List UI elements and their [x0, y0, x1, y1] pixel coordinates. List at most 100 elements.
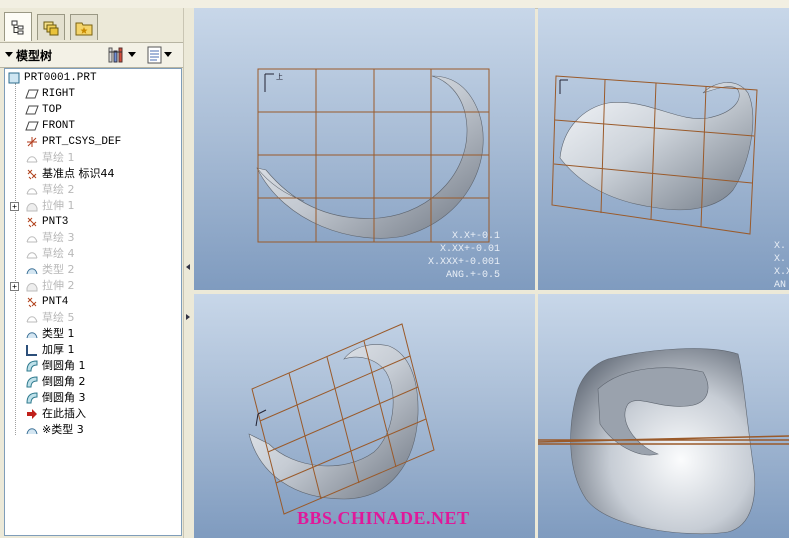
- tree-item-label: 草绘 5: [42, 311, 75, 324]
- tree-item-label: 在此插入: [42, 407, 86, 420]
- coordinate-system-icon: [25, 135, 39, 149]
- tree-item[interactable]: PRT_CSYS_DEF: [5, 134, 181, 150]
- tree-item-label: 类型 1: [42, 327, 75, 340]
- viewport-bottom-left[interactable]: [194, 294, 535, 538]
- csys-label: 上: [276, 72, 283, 81]
- sketch-icon: [25, 311, 39, 325]
- tolerance-table-partial: X. X. X.X AN: [774, 241, 789, 290]
- thicken-icon: [25, 343, 39, 357]
- tree-item[interactable]: PNT4: [5, 294, 181, 310]
- round-icon: [25, 375, 39, 389]
- expand-toggle-icon[interactable]: +: [10, 282, 19, 291]
- model-tree-tab[interactable]: [4, 12, 32, 41]
- tree-item[interactable]: 倒圆角 1: [5, 358, 181, 374]
- tools-icon: [108, 47, 123, 63]
- model-view-top: [248, 323, 435, 515]
- csys-indicator: [559, 79, 568, 94]
- datum-plane-icon: [25, 119, 39, 133]
- tree-item-label: 类型 2: [42, 263, 75, 276]
- surface-icon: [25, 423, 39, 437]
- datum-grid: [257, 68, 490, 243]
- extrude-icon: [25, 199, 39, 213]
- viewport-top-left[interactable]: 上 X.X+-0.1 X.XX+-0.01 X.XXX+-0.001 ANG.+…: [194, 8, 535, 290]
- surface-icon: [25, 327, 39, 341]
- tree-item[interactable]: + 拉伸 2: [5, 278, 181, 294]
- tree-item[interactable]: 草绘 5: [5, 310, 181, 326]
- part-shell-shape: [559, 82, 754, 211]
- model-tree: PRT0001.PRT RIGHT TOP FRONT PRT_CSYS_DEF 草绘 1…: [4, 68, 182, 536]
- tree-item[interactable]: PNT3: [5, 214, 181, 230]
- expand-right-arrow-icon[interactable]: [186, 314, 190, 320]
- tree-item-label: ※类型 3: [42, 423, 84, 436]
- part-icon: [7, 71, 21, 85]
- tree-item-label: 拉伸 1: [42, 199, 75, 212]
- navigator-panel: 模型树 PRT0001.PRT RIGHT TOP FRONT PRT_CSYS_DEF…: [0, 8, 186, 538]
- model-view-isometric: [551, 75, 758, 235]
- layers-tab[interactable]: [37, 14, 65, 40]
- datum-point-icon: [25, 167, 39, 181]
- tree-item[interactable]: 加厚 1: [5, 342, 181, 358]
- collapse-caret-icon[interactable]: [5, 52, 13, 57]
- viewport-top-right[interactable]: X. X. X.X AN: [538, 8, 789, 290]
- tree-item[interactable]: 类型 1: [5, 326, 181, 342]
- datum-point-icon: [25, 215, 39, 229]
- watermark: BBS.CHINADE.NET: [297, 508, 470, 528]
- layers-icon: [43, 21, 59, 35]
- tree-item-label: 拉伸 2: [42, 279, 75, 292]
- settings-dropdown-button[interactable]: [106, 46, 136, 64]
- tree-item-label: 倒圆角 1: [42, 359, 86, 372]
- model-tree-header[interactable]: 模型树: [0, 42, 184, 68]
- show-dropdown-button[interactable]: [146, 46, 172, 64]
- tree-item[interactable]: 草绘 3: [5, 230, 181, 246]
- round-icon: [25, 391, 39, 405]
- dropdown-arrow-icon: [164, 52, 172, 57]
- tree-item-label: PNT3: [42, 216, 69, 228]
- tree-item[interactable]: 草绘 2: [5, 182, 181, 198]
- tree-item-label: 草绘 3: [42, 231, 75, 244]
- sketch-icon: [25, 183, 39, 197]
- insert-here-arrow-icon: [25, 407, 39, 421]
- dropdown-arrow-icon: [128, 52, 136, 57]
- viewport-bottom-right[interactable]: [538, 294, 789, 538]
- datum-point-icon: [25, 295, 39, 309]
- panel-splitter[interactable]: [183, 8, 194, 538]
- surface-icon: [25, 263, 39, 277]
- tree-item[interactable]: + 拉伸 1: [5, 198, 181, 214]
- tree-item-label: PNT4: [42, 296, 69, 308]
- sketch-icon: [25, 231, 39, 245]
- tree-item[interactable]: FRONT: [5, 118, 181, 134]
- tree-item-label: 基准点 标识44: [42, 167, 115, 180]
- tree-item-label: 倒圆角 2: [42, 375, 86, 388]
- collapse-left-arrow-icon[interactable]: [186, 264, 190, 270]
- tree-item-label: PRT_CSYS_DEF: [42, 136, 122, 148]
- datum-plane-icon: [25, 87, 39, 101]
- favorites-tab[interactable]: [70, 14, 98, 40]
- tree-item-label: 倒圆角 3: [42, 391, 86, 404]
- round-icon: [25, 359, 39, 373]
- sketch-icon: [25, 247, 39, 261]
- favorites-folder-icon: [75, 22, 93, 35]
- tree-item-label: PRT0001.PRT: [24, 72, 97, 84]
- tree-item-label: TOP: [42, 104, 62, 116]
- tree-item-label: 草绘 1: [42, 151, 75, 164]
- tree-item[interactable]: 类型 2: [5, 262, 181, 278]
- tree-item[interactable]: RIGHT: [5, 86, 181, 102]
- datum-plane-icon: [25, 103, 39, 117]
- tree-item[interactable]: PRT0001.PRT: [5, 70, 181, 86]
- tree-item[interactable]: 草绘 1: [5, 150, 181, 166]
- tree-item[interactable]: 草绘 4: [5, 246, 181, 262]
- tree-item[interactable]: 在此插入: [5, 406, 181, 422]
- sketch-icon: [25, 151, 39, 165]
- part-shell-shape: [256, 75, 484, 239]
- tolerance-table: X.X+-0.1 X.XX+-0.01 X.XXX+-0.001 ANG.+-0…: [427, 231, 500, 281]
- tree-item-label: 草绘 2: [42, 183, 75, 196]
- tree-item[interactable]: 倒圆角 3: [5, 390, 181, 406]
- tree-item[interactable]: TOP: [5, 102, 181, 118]
- navigator-tabs: [4, 12, 182, 42]
- model-view-right: [538, 348, 789, 534]
- tree-item-label: RIGHT: [42, 88, 76, 100]
- tree-item[interactable]: ※类型 3: [5, 422, 181, 438]
- tree-item[interactable]: 倒圆角 2: [5, 374, 181, 390]
- expand-toggle-icon[interactable]: +: [10, 202, 19, 211]
- tree-item[interactable]: 基准点 标识44: [5, 166, 181, 182]
